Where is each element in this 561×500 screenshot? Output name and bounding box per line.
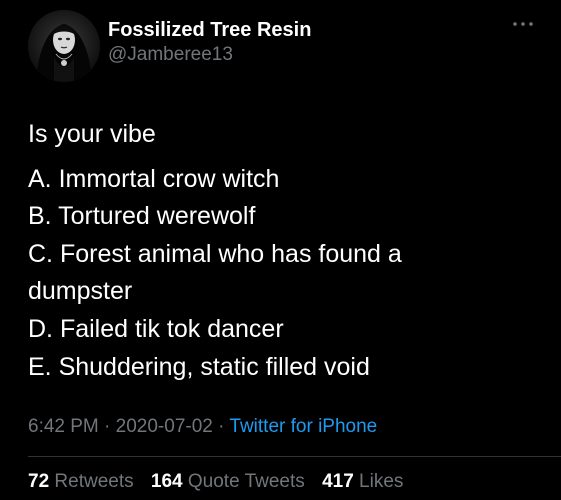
quote-tweets-stat[interactable]: 164 Quote Tweets bbox=[151, 471, 305, 492]
quote-tweets-count: 164 bbox=[150, 471, 183, 492]
tweet-option: C. Forest animal who has found a bbox=[28, 239, 402, 268]
meta-separator: · bbox=[104, 416, 111, 437]
quote-tweets-label: Quote Tweets bbox=[187, 471, 305, 492]
retweets-count: 72 bbox=[28, 471, 50, 492]
tweet-option: B. Tortured werewolf bbox=[28, 202, 256, 231]
likes-label: Likes bbox=[359, 471, 404, 492]
likes-count: 417 bbox=[322, 471, 354, 492]
tweet-card: Fossilized Tree Resin @Jamberee13 Is you… bbox=[0, 0, 561, 500]
likes-stat[interactable]: 417 Likes bbox=[322, 471, 403, 492]
retweets-stat[interactable]: 72 Retweets bbox=[28, 471, 134, 492]
tweet-option: D. Failed tik tok dancer bbox=[28, 314, 284, 343]
author-name[interactable]: Fossilized Tree Resin bbox=[108, 19, 311, 42]
tweet-option: E. Shuddering, static filled void bbox=[28, 352, 370, 381]
tweet-source-link[interactable]: Twitter for iPhone bbox=[229, 416, 377, 437]
avatar[interactable] bbox=[28, 10, 100, 82]
meta-separator: · bbox=[218, 416, 225, 437]
divider bbox=[28, 456, 561, 457]
ellipsis-icon bbox=[513, 22, 533, 26]
profile-photo bbox=[28, 10, 100, 82]
author-handle[interactable]: @Jamberee13 bbox=[108, 44, 233, 66]
engagement-stats: 72 Retweets 164 Quote Tweets 417 Likes bbox=[28, 471, 415, 493]
tweet-time[interactable]: 6:42 PM bbox=[28, 416, 99, 437]
more-options-button[interactable] bbox=[510, 14, 536, 34]
tweet-text: Is your vibe A. Immortal crow witch B. T… bbox=[28, 116, 538, 386]
tweet-date[interactable]: 2020-07-02 bbox=[116, 416, 213, 437]
tweet-metadata: 6:42 PM · 2020-07-02 · Twitter for iPhon… bbox=[28, 416, 377, 438]
tweet-option: A. Immortal crow witch bbox=[28, 164, 280, 193]
tweet-intro: Is your vibe bbox=[28, 120, 156, 148]
tweet-option: dumpster bbox=[28, 277, 133, 306]
retweets-label: Retweets bbox=[54, 471, 134, 492]
